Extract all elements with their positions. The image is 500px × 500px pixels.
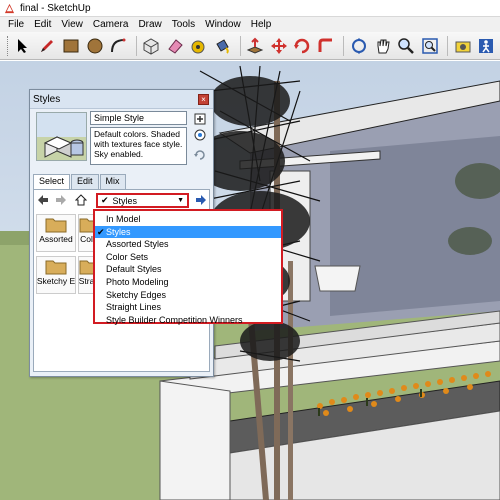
dropdown-item-straight-lines[interactable]: Straight Lines	[95, 301, 281, 314]
main-toolbar	[0, 32, 500, 60]
checkmark-icon: ✔	[97, 226, 105, 237]
circle-icon[interactable]	[84, 35, 105, 57]
checkmark-icon: ✔	[101, 195, 109, 205]
dropdown-item-color-sets[interactable]: Color Sets	[95, 251, 281, 264]
style-thumbnail	[36, 112, 87, 161]
menu-help[interactable]: Help	[246, 19, 277, 30]
walk-icon[interactable]	[476, 35, 497, 57]
forward-arrow-icon[interactable]	[54, 193, 68, 207]
style-name-field[interactable]: Simple Style	[90, 111, 187, 125]
menu-tools[interactable]: Tools	[167, 19, 200, 30]
rectangle-icon[interactable]	[60, 35, 81, 57]
toolbar-separator	[343, 35, 345, 56]
toolbar-grip[interactable]	[7, 35, 10, 56]
window-titlebar: final - SketchUp	[0, 0, 500, 17]
library-nav-row: ✔ Styles ▼	[34, 193, 210, 209]
folder-item[interactable]: Assorted	[36, 214, 76, 252]
tab-edit[interactable]: Edit	[71, 174, 99, 189]
window-title: final - SketchUp	[20, 2, 91, 14]
eraser-icon[interactable]	[164, 35, 185, 57]
style-description-field[interactable]: Default colors. Shaded with textures fac…	[90, 127, 187, 165]
pan-icon[interactable]	[372, 35, 393, 57]
tab-mix[interactable]: Mix	[99, 174, 126, 189]
toolbar-separator	[447, 35, 449, 56]
dropdown-item-default-styles[interactable]: Default Styles	[95, 263, 281, 276]
update-style-icon[interactable]	[193, 128, 207, 142]
push-pull-icon[interactable]	[245, 35, 266, 57]
arc-icon[interactable]	[108, 35, 129, 57]
dropdown-item-styles[interactable]: ✔ Styles	[95, 225, 281, 239]
library-dropdown: In Model ✔ Styles Assorted Styles Color …	[93, 209, 283, 327]
paint-bucket-icon[interactable]	[212, 35, 233, 57]
chevron-down-icon: ▼	[177, 197, 184, 204]
tab-select[interactable]: Select	[33, 174, 71, 190]
toolbar-separator	[239, 35, 241, 56]
dropdown-item-sketchy-edges[interactable]: Sketchy Edges	[95, 289, 281, 302]
pencil-line-icon[interactable]	[37, 35, 58, 57]
rotate-icon[interactable]	[292, 35, 313, 57]
select-arrow-icon[interactable]	[13, 35, 34, 57]
folder-icon	[45, 218, 67, 233]
toolbar-separator	[135, 35, 137, 56]
dropdown-item-assorted-styles[interactable]: Assorted Styles	[95, 238, 281, 251]
home-icon[interactable]	[74, 193, 88, 207]
folder-label: Assorted	[39, 234, 73, 244]
menu-file[interactable]: File	[3, 19, 29, 30]
move-icon[interactable]	[268, 35, 289, 57]
menu-view[interactable]: View	[56, 19, 88, 30]
zoom-icon[interactable]	[396, 35, 417, 57]
follow-me-icon[interactable]	[316, 35, 337, 57]
sketchup-logo-icon	[4, 3, 15, 13]
styles-tabs: Select Edit Mix	[33, 174, 127, 190]
menu-camera[interactable]: Camera	[88, 19, 134, 30]
folder-icon	[45, 260, 67, 275]
refresh-icon[interactable]	[193, 148, 207, 162]
close-icon[interactable]: ×	[198, 94, 209, 105]
library-select[interactable]: ✔ Styles ▼	[96, 193, 189, 208]
styles-panel-titlebar[interactable]: Styles ×	[30, 90, 213, 109]
make-component-icon[interactable]	[141, 35, 162, 57]
menu-window[interactable]: Window	[200, 19, 246, 30]
folder-item[interactable]: Sketchy E	[36, 256, 76, 294]
folder-label: Sketchy E	[36, 276, 76, 286]
menu-draw[interactable]: Draw	[133, 19, 166, 30]
menu-bar: File Edit View Camera Draw Tools Window …	[0, 17, 500, 32]
zoom-extents-icon[interactable]	[420, 35, 441, 57]
tape-measure-icon[interactable]	[188, 35, 209, 57]
details-arrow-icon[interactable]	[194, 193, 208, 207]
dropdown-item-photo-modeling[interactable]: Photo Modeling	[95, 276, 281, 289]
create-style-icon[interactable]	[193, 112, 207, 126]
orbit-icon[interactable]	[348, 35, 369, 57]
back-arrow-icon[interactable]	[36, 193, 50, 207]
styles-panel-title: Styles	[33, 93, 61, 105]
position-camera-icon[interactable]	[452, 35, 473, 57]
dropdown-item-in-model[interactable]: In Model	[95, 213, 281, 226]
library-select-value: Styles	[112, 195, 138, 206]
menu-edit[interactable]: Edit	[29, 19, 56, 30]
dropdown-item-style-builder-winners[interactable]: Style Builder Competition Winners	[95, 314, 281, 327]
